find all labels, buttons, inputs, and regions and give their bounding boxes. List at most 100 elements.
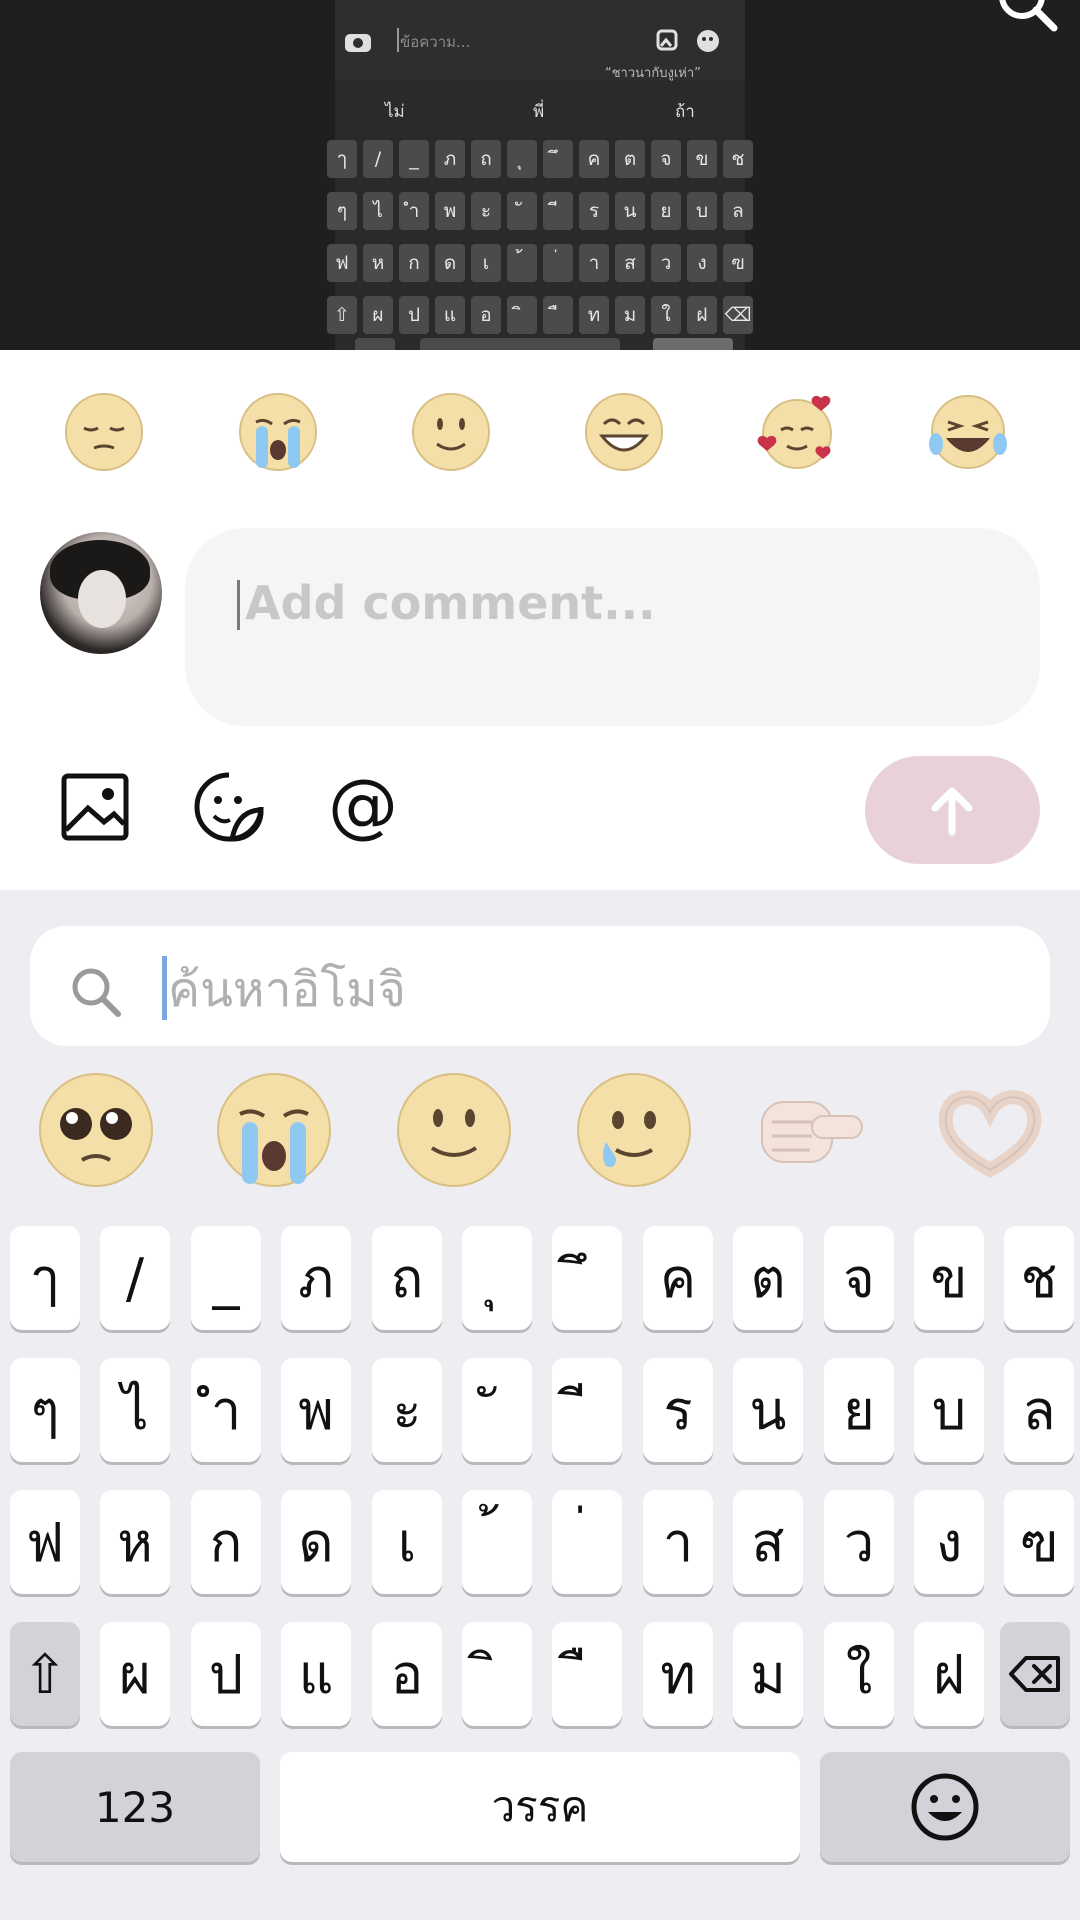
key[interactable]: ป (191, 1622, 261, 1726)
emoji-search-field[interactable]: ค้นหาอิโมจิ (30, 926, 1050, 1046)
key[interactable]: ย (824, 1358, 894, 1462)
video-key: ป (399, 296, 429, 334)
key[interactable]: ถ (372, 1226, 442, 1330)
video-suggestion: ไม่ (385, 102, 405, 122)
video-key: / (363, 140, 393, 178)
smiling-hearts-emoji[interactable] (757, 392, 837, 472)
key[interactable]: ไ (100, 1358, 170, 1462)
video-key: ท (579, 296, 609, 334)
holding-back-tears-emoji[interactable] (576, 1072, 692, 1188)
key[interactable]: ฝ (914, 1622, 984, 1726)
key[interactable]: ส (733, 1490, 803, 1594)
key[interactable]: ข (914, 1226, 984, 1330)
sticker-icon[interactable] (192, 770, 266, 844)
key[interactable]: ะ (372, 1358, 442, 1462)
key[interactable]: ค (643, 1226, 713, 1330)
key[interactable]: ร (643, 1358, 713, 1462)
send-button[interactable] (865, 756, 1040, 864)
avatar-face (78, 570, 126, 628)
video-key: ต (615, 140, 645, 178)
key[interactable]: ุ (462, 1226, 532, 1330)
video-key: ⌫ (723, 296, 753, 334)
key[interactable]: ฃ (1004, 1490, 1074, 1594)
video-key: ๆ (327, 192, 357, 230)
key[interactable]: อ (372, 1622, 442, 1726)
video-key: ี (543, 192, 573, 230)
mention-icon[interactable]: @ (326, 770, 400, 844)
key[interactable]: ื (552, 1622, 622, 1726)
key[interactable]: ๆ (10, 1358, 80, 1462)
image-icon[interactable] (58, 770, 132, 844)
key[interactable]: ั (462, 1358, 532, 1462)
key[interactable]: พ (281, 1358, 351, 1462)
loudly-crying-emoji[interactable] (216, 1072, 332, 1188)
key[interactable]: า (643, 1490, 713, 1594)
video-key (420, 338, 620, 350)
emoji-key[interactable] (820, 1752, 1070, 1862)
key[interactable]: ว (824, 1490, 894, 1594)
key[interactable]: เ (372, 1490, 442, 1594)
video-key: ุ (507, 140, 537, 178)
video-keyboard-row: ฟหกดเ้่าสวงฃ (327, 244, 767, 284)
grinning-emoji[interactable] (584, 392, 664, 472)
key[interactable]: ก (191, 1490, 261, 1594)
key[interactable]: ิ (462, 1622, 532, 1726)
key[interactable]: จ (824, 1226, 894, 1330)
slightly-smiling-emoji[interactable] (396, 1072, 512, 1188)
text-caret (162, 956, 167, 1020)
comment-input[interactable]: Add comment... (185, 528, 1040, 726)
key[interactable]: ท (643, 1622, 713, 1726)
key[interactable]: ล (1004, 1358, 1074, 1462)
pensive-emoji[interactable] (64, 392, 144, 472)
key[interactable]: ่ (552, 1490, 622, 1594)
video-key: ถ (471, 140, 501, 178)
search-icon (72, 968, 121, 1017)
video-key: อ (471, 296, 501, 334)
tears-of-joy-emoji[interactable] (928, 392, 1008, 472)
key[interactable]: ๅ (10, 1226, 80, 1330)
video-key: พ (435, 192, 465, 230)
video-suggestion: ถ้า (675, 102, 695, 122)
slightly-smiling-emoji[interactable] (411, 392, 491, 472)
video-key: เ (471, 244, 501, 282)
key[interactable]: ง (914, 1490, 984, 1594)
video-key: ล (723, 192, 753, 230)
video-key: ภ (435, 140, 465, 178)
pleading-emoji[interactable] (38, 1072, 154, 1188)
backspace-key[interactable] (1000, 1622, 1070, 1726)
key[interactable]: ด (281, 1490, 351, 1594)
video-key: ค (579, 140, 609, 178)
key[interactable]: ภ (281, 1226, 351, 1330)
keyboard-row: ๆไำพะัีรนยบล (10, 1358, 1074, 1464)
key[interactable]: ห (100, 1490, 170, 1594)
heart-hands-emoji[interactable] (932, 1072, 1048, 1188)
comment-panel: Add comment... @ (0, 350, 1080, 890)
key[interactable]: ผ (100, 1622, 170, 1726)
key[interactable]: น (733, 1358, 803, 1462)
key[interactable]: ช (1004, 1226, 1074, 1330)
shift-key[interactable]: ⇧ (10, 1622, 80, 1726)
search-icon[interactable] (992, 0, 1062, 46)
video-key: ไ (363, 192, 393, 230)
pointing-at-viewer-emoji[interactable] (752, 1072, 868, 1188)
key[interactable]: ม (733, 1622, 803, 1726)
key[interactable]: ำ (191, 1358, 261, 1462)
key[interactable]: ต (733, 1226, 803, 1330)
video-keyboard-row: ๆไำพะัีรนยบล (327, 192, 767, 232)
key[interactable]: / (100, 1226, 170, 1330)
video-key: ่ (543, 244, 573, 282)
space-key[interactable]: วรรค (280, 1752, 800, 1862)
key[interactable]: ฟ (10, 1490, 80, 1594)
numbers-key[interactable]: 123 (10, 1752, 260, 1862)
text-caret (237, 580, 240, 630)
key[interactable]: แ (281, 1622, 351, 1726)
key[interactable]: บ (914, 1358, 984, 1462)
key[interactable]: ี (552, 1358, 622, 1462)
loudly-crying-emoji[interactable] (238, 392, 318, 472)
key[interactable]: ้ (462, 1490, 532, 1594)
key[interactable]: _ (191, 1226, 261, 1330)
key[interactable]: ึ (552, 1226, 622, 1330)
key[interactable]: ใ (824, 1622, 894, 1726)
keyboard-row: ฟหกดเ้่าสวงฃ (10, 1490, 1074, 1596)
video-key: ว (651, 244, 681, 282)
